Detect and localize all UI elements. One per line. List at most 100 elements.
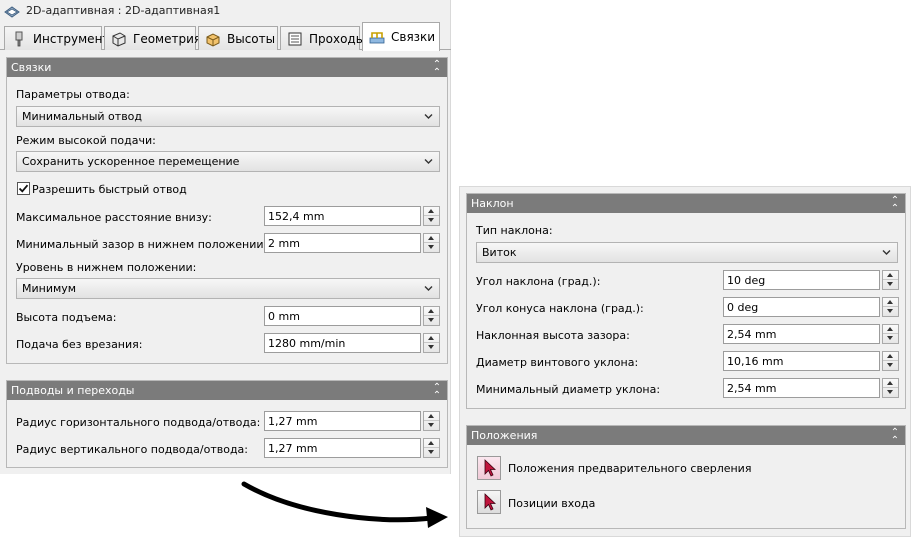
max-stay-down-input[interactable]: 152,4 mm — [264, 206, 421, 226]
ramp-clearance-spinner[interactable]: 2,54 mm — [723, 324, 899, 344]
ramp-clearance-input[interactable]: 2,54 mm — [723, 324, 880, 344]
retract-params-select[interactable]: Минимальный отвод — [16, 106, 440, 127]
ramp-angle-spinner[interactable]: 10 deg — [723, 270, 899, 290]
horiz-radius-input[interactable]: 1,27 mm — [264, 411, 421, 431]
spin-up-icon[interactable] — [424, 412, 439, 421]
max-stay-down-spinner[interactable]: 152,4 mm — [264, 206, 440, 226]
spin-down-icon[interactable] — [883, 334, 898, 343]
spin-down-icon[interactable] — [883, 388, 898, 397]
ramp-type-select[interactable]: Виток — [476, 242, 898, 263]
min-ramp-diameter-spinner[interactable]: 2,54 mm — [723, 378, 899, 398]
dialog-titlebar: 2D-адаптивная : 2D-адаптивная1 — [0, 0, 451, 22]
min-clearance-label: Минимальный зазор в нижнем положении: — [16, 238, 268, 251]
high-feed-label: Режим высокой подачи: — [16, 134, 156, 147]
horiz-radius-label: Радиус горизонтального подвода/отвода: — [16, 416, 261, 429]
leads-group: Подводы и переходы ⌃ ⌃ Радиус горизонталь… — [6, 380, 448, 468]
linking-group-header[interactable]: Связки ⌃ ⌃ — [7, 58, 447, 78]
chevron-down-icon — [882, 250, 891, 255]
spin-up-icon[interactable] — [424, 234, 439, 243]
tool-icon — [15, 31, 23, 46]
min-clearance-input[interactable]: 2 mm — [264, 233, 421, 253]
linking-icon — [369, 32, 385, 44]
positions-group-header[interactable]: Положения ⌃ ⌃ — [467, 426, 905, 446]
spin-up-icon[interactable] — [883, 325, 898, 334]
ramp-type-value: Виток — [482, 246, 517, 259]
collapse-chevron-icon[interactable]: ⌃ ⌃ — [431, 383, 443, 401]
leads-group-title: Подводы и переходы — [11, 384, 135, 397]
spin-down-icon[interactable] — [424, 421, 439, 430]
spin-down-icon[interactable] — [424, 216, 439, 225]
spin-up-icon[interactable] — [883, 271, 898, 280]
vert-radius-label: Радиус вертикального подвода/отвода: — [16, 443, 248, 456]
entry-positions-button[interactable] — [477, 490, 501, 514]
spin-down-icon[interactable] — [424, 343, 439, 352]
pointer-arrow-icon — [484, 493, 497, 511]
tab-passes-label: Проходы — [309, 31, 366, 46]
tab-linking-label: Связки — [391, 30, 436, 44]
tab-geometry-label: Геометрия — [133, 31, 202, 46]
spin-down-icon[interactable] — [883, 280, 898, 289]
spin-down-icon[interactable] — [424, 448, 439, 457]
stay-down-level-value: Минимум — [22, 282, 77, 295]
predrill-positions-button[interactable] — [477, 456, 501, 480]
ramp-group-header[interactable]: Наклон ⌃ ⌃ — [467, 194, 905, 214]
lift-height-input[interactable]: 0 mm — [264, 306, 421, 326]
tab-strip: Инструмент Геометрия Высоты Проходы Связ… — [0, 22, 451, 51]
curved-arrow-icon — [241, 481, 448, 528]
spin-up-icon[interactable] — [424, 334, 439, 343]
spin-down-icon[interactable] — [883, 361, 898, 370]
no-engage-feed-spinner[interactable]: 1280 mm/min — [264, 333, 440, 353]
tab-tool-label: Инструмент — [33, 31, 110, 46]
ramp-angle-label: Угол наклона (град.): — [476, 275, 601, 288]
helix-diameter-spinner[interactable]: 10,16 mm — [723, 351, 899, 371]
spin-down-icon[interactable] — [424, 243, 439, 252]
spin-up-icon[interactable] — [424, 439, 439, 448]
entry-positions-label: Позиции входа — [508, 497, 596, 510]
spin-up-icon[interactable] — [883, 298, 898, 307]
collapse-chevron-icon[interactable]: ⌃ ⌃ — [889, 196, 901, 214]
allow-rapid-label: Разрешить быстрый отвод — [32, 183, 187, 196]
no-engage-feed-label: Подача без врезания: — [16, 338, 143, 351]
lift-height-spinner[interactable]: 0 mm — [264, 306, 440, 326]
tab-heights[interactable]: Высоты — [198, 26, 278, 50]
ramp-taper-spinner[interactable]: 0 deg — [723, 297, 899, 317]
ramp-taper-label: Угол конуса наклона (град.): — [476, 302, 644, 315]
spin-up-icon[interactable] — [424, 307, 439, 316]
stay-down-level-select[interactable]: Минимум — [16, 278, 440, 299]
tab-linking[interactable]: Связки — [362, 22, 440, 51]
horiz-radius-spinner[interactable]: 1,27 mm — [264, 411, 440, 431]
allow-rapid-checkbox[interactable] — [17, 182, 30, 195]
min-ramp-diameter-input[interactable]: 2,54 mm — [723, 378, 880, 398]
heights-icon — [206, 32, 220, 47]
vert-radius-spinner[interactable]: 1,27 mm — [264, 438, 440, 458]
spin-up-icon[interactable] — [424, 207, 439, 216]
leads-group-header[interactable]: Подводы и переходы ⌃ ⌃ — [7, 381, 447, 401]
checkmark-icon — [18, 184, 29, 193]
adaptive-app-icon — [4, 6, 20, 18]
spin-down-icon[interactable] — [883, 307, 898, 316]
collapse-chevron-icon[interactable]: ⌃ ⌃ — [431, 60, 443, 78]
ramp-taper-input[interactable]: 0 deg — [723, 297, 880, 317]
spin-down-icon[interactable] — [424, 316, 439, 325]
min-ramp-diameter-label: Минимальный диаметр уклона: — [476, 383, 661, 396]
tab-passes[interactable]: Проходы — [280, 26, 365, 50]
ramp-clearance-label: Наклонная высота зазора: — [476, 329, 630, 342]
ramp-angle-input[interactable]: 10 deg — [723, 270, 880, 290]
collapse-chevron-icon[interactable]: ⌃ ⌃ — [889, 428, 901, 446]
linking-group-title: Связки — [11, 61, 52, 74]
min-clearance-spinner[interactable]: 2 mm — [264, 233, 440, 253]
lift-height-label: Высота подъема: — [16, 311, 117, 324]
helix-diameter-input[interactable]: 10,16 mm — [723, 351, 880, 371]
predrill-positions-label: Положения предварительного сверления — [508, 462, 752, 475]
spin-up-icon[interactable] — [883, 352, 898, 361]
vert-radius-input[interactable]: 1,27 mm — [264, 438, 421, 458]
spin-up-icon[interactable] — [883, 379, 898, 388]
tab-tool[interactable]: Инструмент — [4, 26, 109, 50]
tab-geometry[interactable]: Геометрия — [104, 26, 201, 50]
passes-icon — [288, 32, 302, 45]
high-feed-select[interactable]: Сохранить ускоренное перемещение — [16, 151, 440, 172]
ramp-type-label: Тип наклона: — [476, 224, 553, 237]
no-engage-feed-input[interactable]: 1280 mm/min — [264, 333, 421, 353]
ramp-group: Наклон ⌃ ⌃ Тип наклона: Виток Угол наклон… — [466, 193, 906, 409]
positions-group: Положения ⌃ ⌃ Положения предварительного … — [466, 425, 906, 529]
